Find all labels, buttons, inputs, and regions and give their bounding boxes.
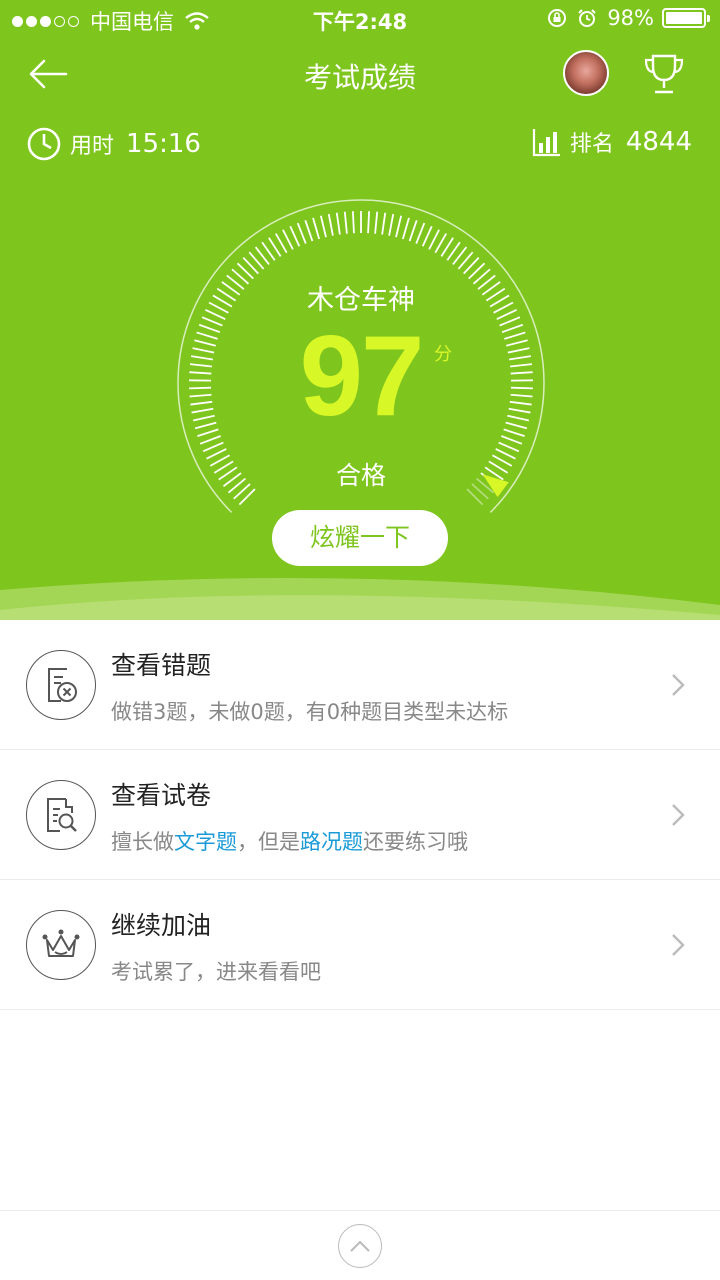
list-item-title: 继续加油 [111, 911, 212, 940]
score-header: 中国电信 下午2:48 98% 考试成绩 用时 15:16 排名 4844 木仓… [0, 0, 720, 620]
gauge-tick [199, 435, 222, 445]
gauge-tick [327, 213, 334, 236]
rank-label: 排名 [569, 132, 614, 157]
avatar[interactable] [563, 50, 609, 96]
trophy-icon[interactable] [640, 52, 688, 96]
subtitle-prefix: 擅长做 [111, 830, 174, 854]
score-result: 合格 [335, 461, 386, 490]
score-title: 木仓车神 [307, 285, 415, 316]
gauge-tick [500, 435, 523, 445]
gauge-tick [312, 217, 321, 240]
status-right: 98% [547, 6, 710, 30]
clock-icon [27, 127, 61, 161]
wrong-answers-icon [26, 650, 96, 720]
chevron-up-icon [350, 1240, 370, 1252]
list-item-title: 查看错题 [111, 651, 212, 680]
gauge-tick [296, 222, 307, 244]
gauge-tick [374, 211, 379, 234]
subtitle-suffix: 还要练习哦 [363, 830, 468, 854]
weak-category: 路况题 [300, 830, 363, 854]
time-value: 15:16 [126, 129, 201, 159]
list-item-view-paper[interactable]: 查看试卷 擅长做文字题，但是路况题还要练习哦 [0, 750, 720, 880]
subtitle-middle: ，但是 [237, 830, 300, 854]
share-button[interactable]: 炫耀一下 [272, 510, 448, 566]
time-label: 用时 [70, 134, 115, 159]
stats-row: 用时 15:16 排名 4844 [0, 126, 720, 166]
gauge-tick [388, 213, 395, 236]
ranking: 排名 4844 [532, 126, 692, 158]
gauge-tick [421, 225, 433, 247]
gauge-tick [289, 225, 301, 247]
gauge-tick [415, 222, 426, 244]
gauge-tick [351, 211, 355, 234]
gauge-tick [498, 441, 520, 453]
rotation-lock-icon [548, 9, 567, 27]
score-unit: 分 [434, 344, 452, 365]
gauge-tick [202, 441, 224, 453]
wave-decoration [0, 578, 720, 620]
battery-percent: 98% [607, 6, 654, 30]
view-paper-icon [26, 780, 96, 850]
battery-icon [662, 8, 710, 28]
list-item-title: 查看试卷 [111, 781, 212, 810]
chevron-right-icon [672, 674, 685, 696]
gauge-tick [343, 211, 348, 234]
list-item-wrong-answers[interactable]: 查看错题 做错3题，未做0题，有0种题目类型未达标 [0, 620, 720, 750]
strong-category: 文字题 [174, 830, 237, 854]
gauge-tick [428, 229, 440, 250]
scroll-up-button[interactable] [338, 1224, 382, 1268]
gauge-tick [381, 212, 387, 235]
list-item-subtitle: 做错3题，未做0题，有0种题目类型未达标 [111, 700, 509, 724]
gauge-tick [282, 229, 294, 250]
list-item-subtitle: 擅长做文字题，但是路况题还要练习哦 [111, 826, 468, 856]
score-value: 97 [299, 313, 425, 440]
gauge-tick [395, 215, 403, 238]
list-item-subtitle: 考试累了，进来看看吧 [111, 960, 321, 984]
gauge-tick [319, 215, 327, 238]
alarm-icon [578, 9, 597, 27]
gauge-tick [304, 219, 314, 242]
gauge-tick [335, 212, 341, 235]
action-list: 查看错题 做错3题，未做0题，有0种题目类型未达标 查看试卷 擅长做文字题，但是… [0, 620, 720, 1010]
gauge-tick [408, 219, 418, 242]
chevron-right-icon [672, 934, 685, 956]
gauge-tick [401, 217, 410, 240]
rank-value: 4844 [625, 127, 692, 157]
chevron-right-icon [672, 804, 685, 826]
list-item-keep-going[interactable]: 继续加油 考试累了，进来看看吧 [0, 880, 720, 1010]
nav-bar: 考试成绩 [0, 38, 720, 110]
time-used: 用时 15:16 [26, 126, 201, 162]
page-title: 考试成绩 [303, 61, 416, 94]
bar-chart-icon [532, 129, 560, 157]
gauge-tick [367, 211, 371, 234]
status-bar: 中国电信 下午2:48 98% [0, 0, 720, 38]
crown-icon [26, 910, 96, 980]
bottom-bar [0, 1210, 720, 1280]
